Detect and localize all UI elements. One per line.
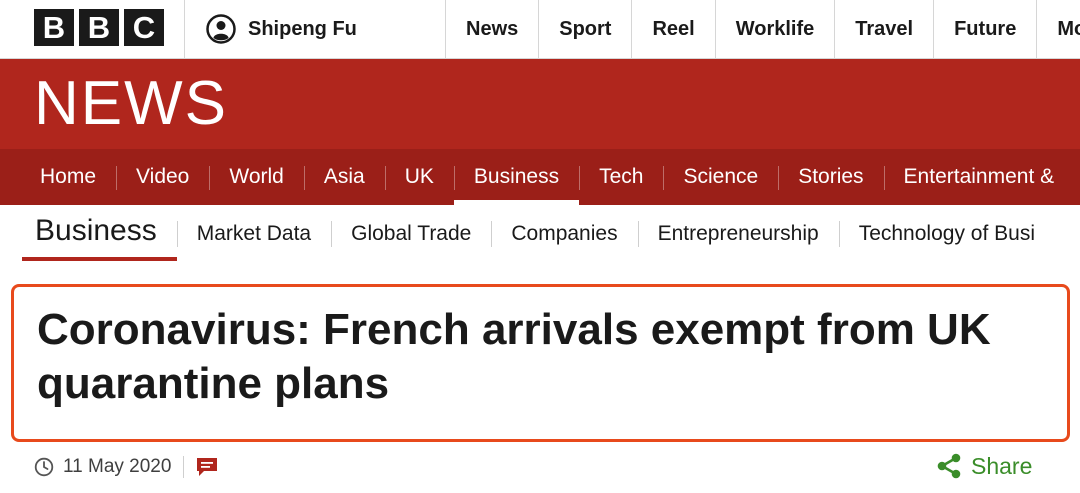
subnav-global-trade[interactable]: Global Trade — [331, 205, 491, 263]
news-nav-business[interactable]: Business — [453, 149, 580, 205]
global-nav-news[interactable]: News — [445, 0, 538, 58]
bbc-logo-letter: C — [124, 9, 164, 46]
clock-icon — [34, 457, 54, 477]
share-label: Share — [971, 452, 1033, 479]
global-nav-more[interactable]: Mo — [1036, 0, 1080, 58]
news-nav-uk[interactable]: UK — [384, 149, 454, 205]
news-masthead: NEWS — [0, 59, 1080, 149]
subnav-technology-of-business[interactable]: Technology of Busi — [838, 205, 1055, 263]
global-nav-travel[interactable]: Travel — [834, 0, 933, 58]
article-meta: 11 May 2020 — [34, 453, 218, 481]
account-name: Shipeng Fu — [248, 17, 357, 40]
global-nav-worklife[interactable]: Worklife — [714, 0, 835, 58]
article-headline: Coronavirus: French arrivals exempt from… — [37, 305, 991, 408]
global-nav-sport[interactable]: Sport — [538, 0, 631, 58]
bbc-logo-letter: B — [34, 9, 74, 46]
user-icon — [206, 14, 236, 44]
news-nav-home[interactable]: Home — [20, 149, 116, 205]
news-nav-video[interactable]: Video — [116, 149, 209, 205]
subnav-entrepreneurship[interactable]: Entrepreneurship — [637, 205, 839, 263]
news-nav-world[interactable]: World — [209, 149, 303, 205]
share-button[interactable]: Share — [936, 451, 1032, 481]
news-nav: Home Video World Asia UK Business Tech S… — [0, 149, 1080, 205]
global-header: B B C Shipeng Fu News Sport Reel Worklif… — [0, 0, 1080, 59]
news-nav-science[interactable]: Science — [663, 149, 778, 205]
subnav-companies[interactable]: Companies — [491, 205, 637, 263]
article-date: 11 May 2020 — [63, 456, 172, 477]
account-link[interactable]: Shipeng Fu — [206, 12, 357, 46]
subnav-section-title[interactable]: Business — [22, 205, 177, 263]
news-nav-tech[interactable]: Tech — [579, 149, 663, 205]
bbc-logo[interactable]: B B C — [34, 9, 164, 46]
news-nav-stories[interactable]: Stories — [778, 149, 883, 205]
news-nav-entertainment[interactable]: Entertainment & — [883, 149, 1075, 205]
news-nav-asia[interactable]: Asia — [303, 149, 385, 205]
global-nav-future[interactable]: Future — [933, 0, 1036, 58]
global-nav: News Sport Reel Worklife Travel Future M… — [445, 0, 1080, 58]
comment-icon[interactable] — [196, 457, 218, 477]
share-icon — [937, 453, 961, 479]
global-nav-reel[interactable]: Reel — [631, 0, 714, 58]
news-logo[interactable]: NEWS — [34, 73, 228, 135]
subnav-market-data[interactable]: Market Data — [176, 205, 331, 263]
bbc-logo-letter: B — [79, 9, 119, 46]
business-subnav: Business Market Data Global Trade Compan… — [0, 205, 1080, 263]
headline-highlight-box: Coronavirus: French arrivals exempt from… — [11, 284, 1070, 442]
meta-divider — [183, 456, 185, 478]
header-divider — [184, 0, 185, 58]
